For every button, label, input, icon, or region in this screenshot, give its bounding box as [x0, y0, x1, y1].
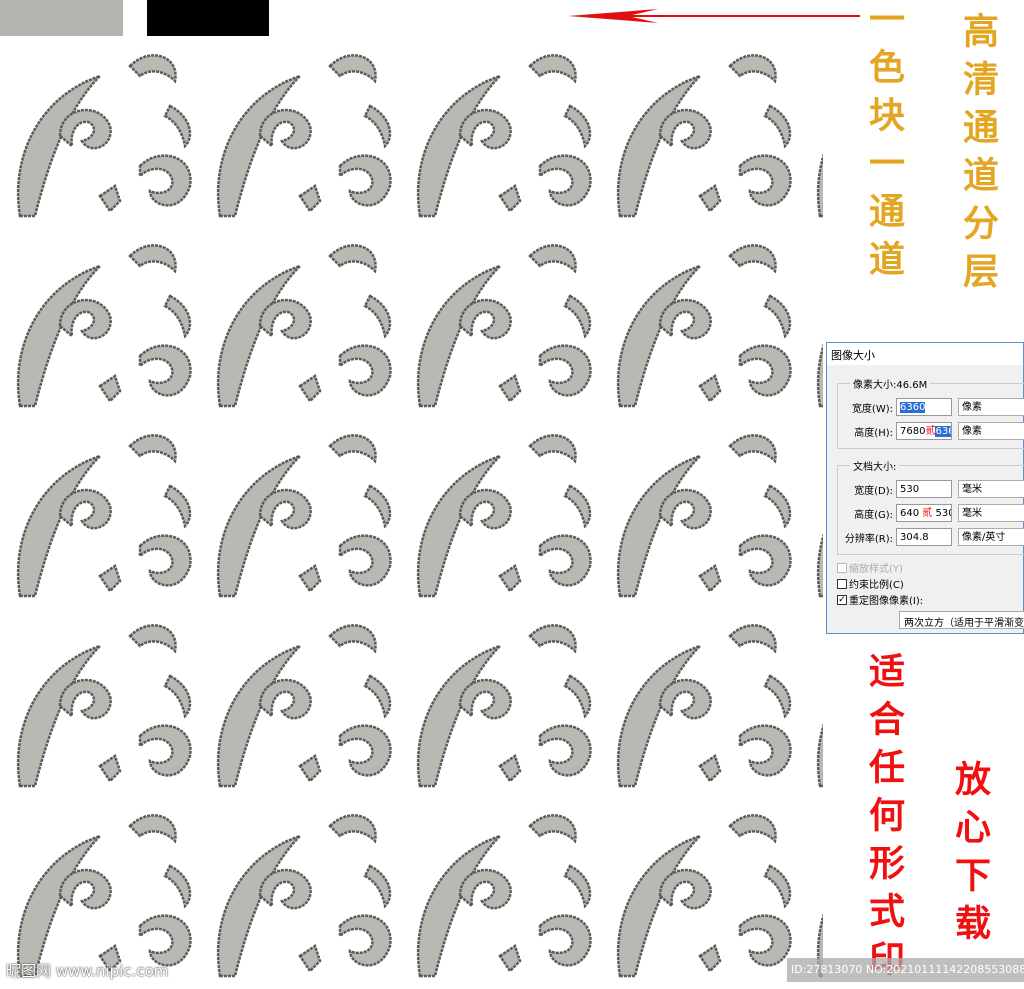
height-mark: 贰	[925, 426, 936, 437]
width-label: 宽度(W):	[851, 403, 893, 415]
gray-color-swatch	[0, 0, 123, 36]
resample-label: 重定图像像素(I):	[849, 596, 924, 607]
resolution-unit-select[interactable]: 像素/英寸	[958, 528, 1024, 546]
height-value: 6360	[935, 426, 951, 437]
constrain-label: 约束比例(C)	[849, 580, 904, 591]
constrain-proportions-checkbox[interactable]: 约束比例(C)	[837, 576, 904, 591]
document-size-group: 文档大小: 宽度(D):530毫米 高度(G):640 贰 530毫米 分辨率(…	[837, 458, 1024, 555]
doc-width-unit-select[interactable]: 毫米	[958, 480, 1024, 498]
doc-height-unit-select[interactable]: 毫米	[958, 504, 1024, 522]
height-input[interactable]: 7680贰6360	[896, 422, 952, 440]
width-unit-select[interactable]: 像素	[958, 398, 1024, 416]
doc-height-mark: 贰	[922, 508, 933, 519]
document-size-label: 文档大小:	[850, 458, 900, 473]
id-watermark: ID:27813070 NO:20210111142208553088	[787, 958, 1024, 982]
caption-hd-channel-layers: 高清通道分层	[957, 12, 999, 300]
checkbox-unchecked-icon	[837, 562, 847, 573]
resample-method-select[interactable]: 两次立方（适用于平滑渐变	[899, 611, 1024, 629]
width-input[interactable]: 6360	[896, 398, 952, 416]
height-old-value: 7680	[900, 426, 926, 437]
caption-one-block-one-channel: 一色块一通道	[863, 0, 905, 288]
image-size-dialog: 图像大小 像素大小:46.6M 宽度(W): 6360 像素 高度(H): 7680贰…	[826, 342, 1024, 634]
caption-download-safe: 放心下载	[949, 760, 991, 952]
doc-height-value: 530	[935, 508, 951, 519]
resolution-label: 分辨率(R):	[844, 533, 893, 545]
pixel-size-group: 像素大小:46.6M 宽度(W):6360像素 高度(H):7680贰6360像…	[837, 376, 1024, 449]
left-arrow-icon	[568, 9, 860, 23]
height-unit-select[interactable]: 像素	[958, 422, 1024, 440]
doc-width-input[interactable]: 530	[896, 480, 952, 498]
doc-height-old-value: 640	[900, 508, 920, 519]
height-label: 高度(H):	[854, 427, 893, 439]
scale-styles-label: 缩放样式(Y)	[849, 564, 903, 575]
resample-checkbox[interactable]: ✓ 重定图像像素(I):	[837, 592, 923, 607]
site-watermark: 昵图网 www.nipic.com	[6, 962, 169, 980]
dialog-title: 图像大小	[827, 343, 1023, 365]
black-color-swatch	[147, 0, 269, 36]
doc-height-input[interactable]: 640 贰 530	[896, 504, 952, 522]
checkbox-checked-icon: ✓	[837, 594, 847, 605]
width-value: 6360	[900, 402, 926, 413]
doc-width-label: 宽度(D):	[854, 485, 893, 497]
caption-any-print: 适合任何形式印	[863, 652, 905, 988]
swirl-pattern-image	[0, 46, 823, 989]
pixel-size-label: 像素大小:46.6M	[850, 376, 931, 391]
scale-styles-checkbox[interactable]: 缩放样式(Y)	[837, 560, 903, 575]
doc-height-label: 高度(G):	[854, 509, 893, 521]
resolution-input[interactable]: 304.8	[896, 528, 952, 546]
checkbox-unchecked-icon	[837, 578, 847, 589]
